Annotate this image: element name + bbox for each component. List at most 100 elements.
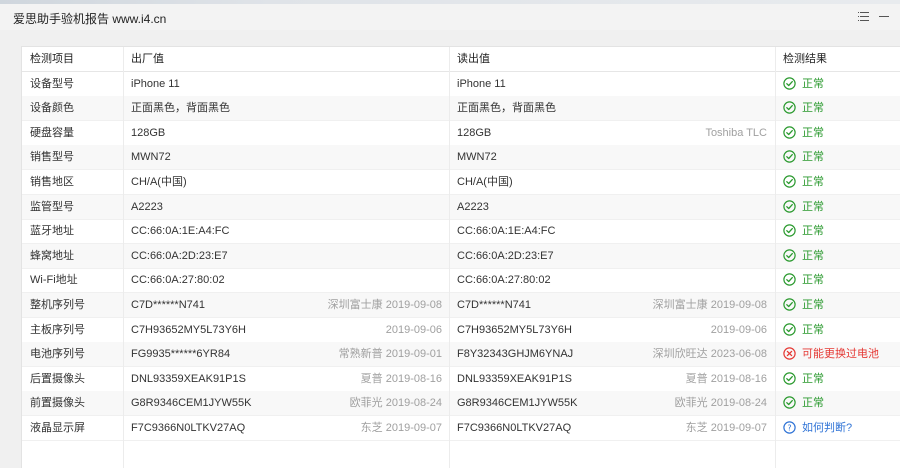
item-label: 前置摄像头 <box>30 397 85 410</box>
check-circle-icon <box>783 273 796 287</box>
read-meta: 深圳欣旺达 2023-06-08 <box>652 348 767 361</box>
read-meta: 夏普 2019-08-16 <box>685 372 767 385</box>
table-row: 主板序列号 C7H93652MY5L73Y6H 2019-09-06 C7H93652… <box>22 318 900 343</box>
column-divider <box>123 47 124 468</box>
table-row: Wi-Fi地址 CC:66:0A:27:80:02 CC:66:0A:27:80:0… <box>22 268 900 294</box>
result-cell: 正常 <box>783 244 898 269</box>
check-circle-icon <box>783 101 796 114</box>
factory-meta: 东芝 2019-09-07 <box>360 422 442 434</box>
table-row: 前置摄像头 G8R9346CEM1JYW55K 欧菲光 2019-08-24 G8R9… <box>22 391 900 417</box>
factory-meta <box>252 268 442 293</box>
header-item: 检测项目 <box>30 53 74 65</box>
table-row: 硬盘容量 128GB 128GB Toshiba TLC 正常 <box>22 121 900 146</box>
result-cell: 正常 <box>783 367 898 392</box>
result-text: 正常 <box>802 274 824 287</box>
table-row: 液晶显示屏 F7C9366N0LTKV27AQ 东芝 2019-09-07 F7C93… <box>22 416 900 441</box>
factory-meta <box>252 145 442 170</box>
read-meta <box>577 244 767 269</box>
read-meta: 2019-09-06 <box>710 323 767 336</box>
result-cell: 正常 <box>783 195 898 220</box>
check-circle-icon <box>783 322 796 336</box>
read-meta <box>577 195 767 220</box>
result-text: 正常 <box>802 372 824 385</box>
item-label: 监管型号 <box>30 200 74 213</box>
result-text: 正常 <box>802 176 824 188</box>
factory-meta: 夏普 2019-08-16 <box>360 372 442 385</box>
factory-meta <box>252 244 442 269</box>
result-text: 正常 <box>802 151 824 164</box>
result-cell: 正常 <box>783 170 898 195</box>
table-header: 检测项目 出厂值 读出值 检测结果 <box>22 47 900 72</box>
result-text: 如何判断? <box>802 422 853 434</box>
help-circle-icon: ? <box>783 421 796 434</box>
result-cell: 正常 <box>783 293 898 318</box>
window-title: 爱思助手验机报告 www.i4.cn <box>13 12 167 26</box>
item-label: 销售型号 <box>30 151 74 164</box>
table-row: 蓝牙地址 CC:66:0A:1E:A4:FC CC:66:0A:1E:A4:FC 正常 <box>22 219 900 245</box>
factory-meta: 欧菲光 2019-08-24 <box>349 397 442 410</box>
item-label: 蜂窝地址 <box>30 249 74 262</box>
read-meta <box>577 268 767 293</box>
result-cell: 正常 <box>783 96 898 121</box>
result-cell: 正常 <box>783 219 898 244</box>
result-text: 正常 <box>802 397 824 410</box>
list-menu-icon[interactable] <box>857 9 871 23</box>
item-label: 设备颜色 <box>30 102 74 115</box>
check-circle-icon <box>783 199 796 213</box>
svg-text:?: ? <box>787 423 791 432</box>
factory-meta <box>252 219 442 244</box>
item-label: 设备型号 <box>30 77 74 90</box>
factory-meta <box>252 170 442 195</box>
item-label: 电池序列号 <box>30 348 85 361</box>
column-divider <box>449 47 450 468</box>
read-meta <box>577 96 767 121</box>
result-cell: 正常 <box>783 318 898 343</box>
check-circle-icon <box>783 396 796 410</box>
check-circle-icon <box>783 126 796 139</box>
item-label: 主板序列号 <box>30 323 85 336</box>
table-row: 后置摄像头 DNL93359XEAK91P1S 夏普 2019-08-16 DNL93… <box>22 367 900 392</box>
item-label: 蓝牙地址 <box>30 225 74 238</box>
read-meta: Toshiba TLC <box>705 126 767 139</box>
item-label: Wi-Fi地址 <box>30 274 78 287</box>
result-text: 正常 <box>802 102 824 115</box>
result-text: 可能更换过电池 <box>802 348 879 361</box>
report-table: 检测项目 出厂值 读出值 检测结果 设备型号 iPhone 11 iPhone 11… <box>21 46 900 468</box>
result-text: 正常 <box>802 323 824 336</box>
result-text: 正常 <box>802 299 824 311</box>
factory-meta: 2019-09-06 <box>385 323 442 336</box>
factory-meta: 常熟新普 2019-09-01 <box>338 348 442 361</box>
minimize-icon[interactable] <box>877 9 891 23</box>
header-result: 检测结果 <box>783 53 827 65</box>
read-meta: 欧菲光 2019-08-24 <box>674 397 767 410</box>
item-label: 液晶显示屏 <box>30 422 85 434</box>
read-meta <box>577 72 767 97</box>
item-label: 销售地区 <box>30 176 74 188</box>
header-read-value: 读出值 <box>457 53 490 65</box>
result-text: 正常 <box>802 225 824 238</box>
table-row: 设备型号 iPhone 11 iPhone 11 正常 <box>22 72 900 97</box>
title-bar: 爱思助手验机报告 www.i4.cn <box>0 4 900 30</box>
result-cell[interactable]: ? 如何判断? <box>783 416 898 441</box>
result-cell: 正常 <box>783 145 898 170</box>
factory-meta <box>252 96 442 121</box>
item-label: 后置摄像头 <box>30 372 85 385</box>
table-row: 整机序列号 C7D******N741 深圳富士康 2019-09-08 C7D***… <box>22 293 900 318</box>
factory-meta <box>252 195 442 220</box>
column-divider <box>775 47 776 468</box>
check-circle-icon <box>783 298 796 311</box>
check-circle-icon <box>783 175 796 188</box>
result-text: 正常 <box>802 77 824 90</box>
read-meta: 东芝 2019-09-07 <box>685 422 767 434</box>
table-row: 设备颜色 正面黑色，背面黑色 正面黑色，背面黑色 正常 <box>22 96 900 122</box>
check-circle-icon <box>783 76 796 90</box>
read-meta <box>577 170 767 195</box>
item-label: 硬盘容量 <box>30 126 74 139</box>
table-row: 销售地区 CH/A(中国) CH/A(中国) 正常 <box>22 170 900 195</box>
read-meta <box>577 219 767 244</box>
result-text: 正常 <box>802 126 824 139</box>
table-row: 销售型号 MWN72 MWN72 正常 <box>22 145 900 171</box>
check-circle-icon <box>783 150 796 164</box>
header-factory-value: 出厂值 <box>131 53 164 65</box>
table-row: 蜂窝地址 CC:66:0A:2D:23:E7 CC:66:0A:2D:23:E7 正常 <box>22 243 900 269</box>
